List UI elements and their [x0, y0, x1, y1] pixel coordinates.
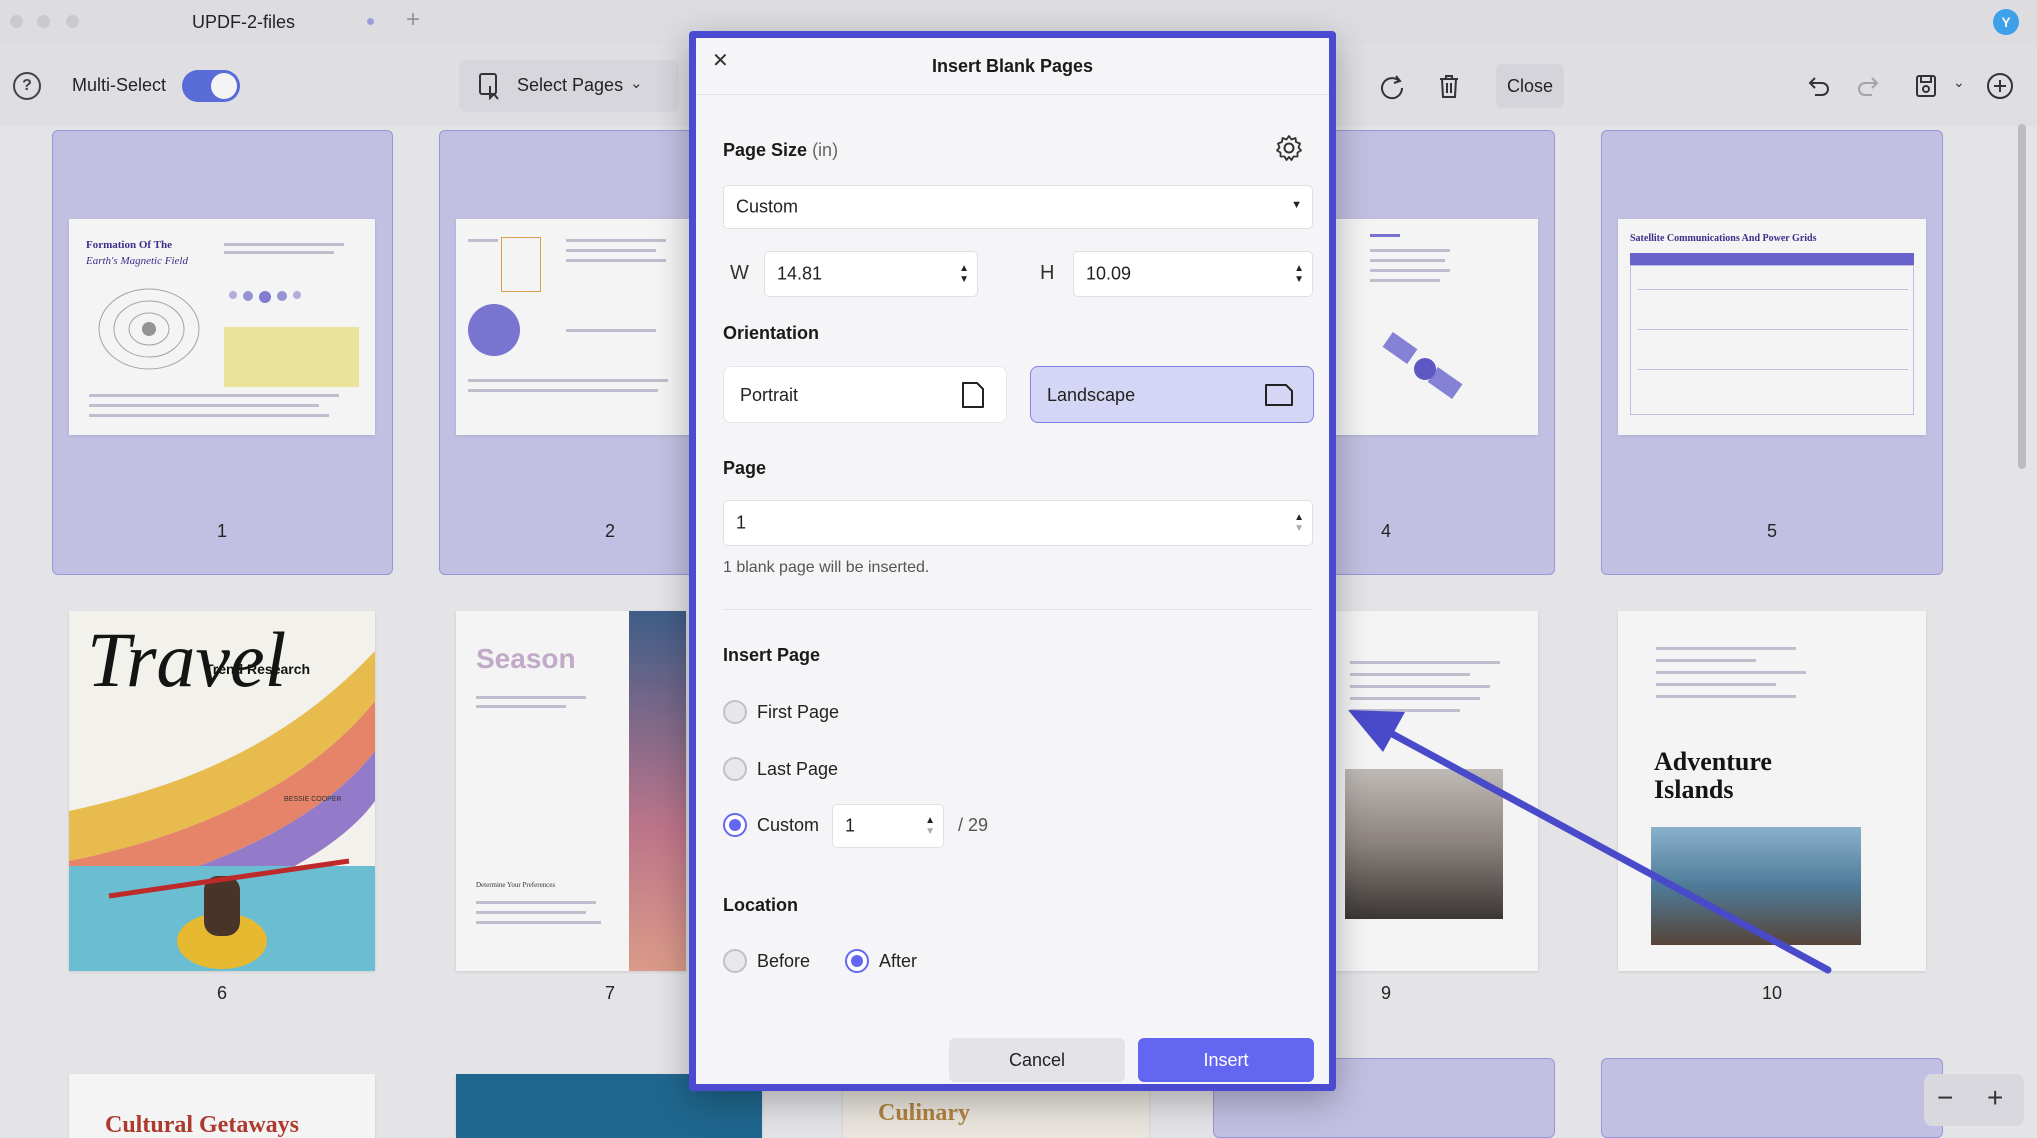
page-hint-text: 1 blank page will be inserted.: [723, 559, 930, 576]
page-size-label: Page Size: [723, 140, 808, 160]
divider: [696, 94, 1329, 95]
width-stepper[interactable]: ▲ ▼: [959, 263, 969, 285]
total-pages-text: / 29: [958, 815, 989, 835]
width-value: 14.81: [777, 263, 823, 284]
last-page-radio[interactable]: [723, 757, 747, 781]
location-heading: Location: [723, 895, 798, 915]
landscape-label: Landscape: [1047, 385, 1136, 405]
page-count-stepper[interactable]: ▲ ▼: [1294, 512, 1304, 534]
custom-page-label[interactable]: Custom: [757, 815, 819, 836]
after-label[interactable]: After: [879, 951, 917, 972]
page-count-value: 1: [736, 512, 747, 533]
dialog-title: Insert Blank Pages: [931, 56, 1094, 76]
page-size-unit: (in): [812, 140, 839, 160]
custom-page-input[interactable]: 1 ▲ ▼: [832, 804, 944, 848]
custom-page-stepper[interactable]: ▲ ▼: [925, 815, 935, 837]
before-label[interactable]: Before: [757, 951, 810, 972]
last-page-label[interactable]: Last Page: [757, 759, 838, 780]
insert-button[interactable]: Insert: [1138, 1038, 1314, 1082]
portrait-option[interactable]: Portrait: [723, 366, 1007, 423]
width-label: W: [730, 262, 749, 284]
custom-page-value: 1: [845, 815, 856, 836]
height-value: 10.09: [1086, 263, 1132, 284]
height-label: H: [1040, 262, 1055, 284]
insert-page-heading: Insert Page: [723, 645, 821, 665]
insert-blank-pages-dialog: ✕ Insert Blank Pages Page Size (in) Cust…: [689, 31, 1336, 1091]
portrait-page-icon: [962, 382, 984, 408]
caret-down-icon: ▼: [1291, 199, 1302, 211]
after-radio[interactable]: [845, 949, 869, 973]
landscape-page-icon: [1265, 384, 1293, 406]
portrait-label: Portrait: [740, 385, 799, 405]
height-input[interactable]: 10.09 ▲ ▼: [1073, 251, 1313, 297]
page-count-input[interactable]: 1 ▲ ▼: [723, 500, 1313, 546]
divider: [723, 609, 1313, 610]
orientation-heading: Orientation: [723, 323, 820, 343]
landscape-option[interactable]: Landscape: [1030, 366, 1314, 423]
page-heading: Page: [723, 458, 767, 478]
height-stepper[interactable]: ▲ ▼: [1294, 263, 1304, 285]
width-input[interactable]: 14.81 ▲ ▼: [764, 251, 978, 297]
custom-page-radio[interactable]: [723, 813, 747, 837]
first-page-label[interactable]: First Page: [757, 702, 839, 723]
page-size-select[interactable]: Custom ▼: [723, 185, 1313, 229]
cancel-button[interactable]: Cancel: [949, 1038, 1125, 1082]
first-page-radio[interactable]: [723, 700, 747, 724]
gear-icon[interactable]: [1274, 133, 1304, 163]
page-size-select-value: Custom: [736, 196, 799, 217]
before-radio[interactable]: [723, 949, 747, 973]
page-size-heading: Page Size (in): [723, 140, 838, 161]
